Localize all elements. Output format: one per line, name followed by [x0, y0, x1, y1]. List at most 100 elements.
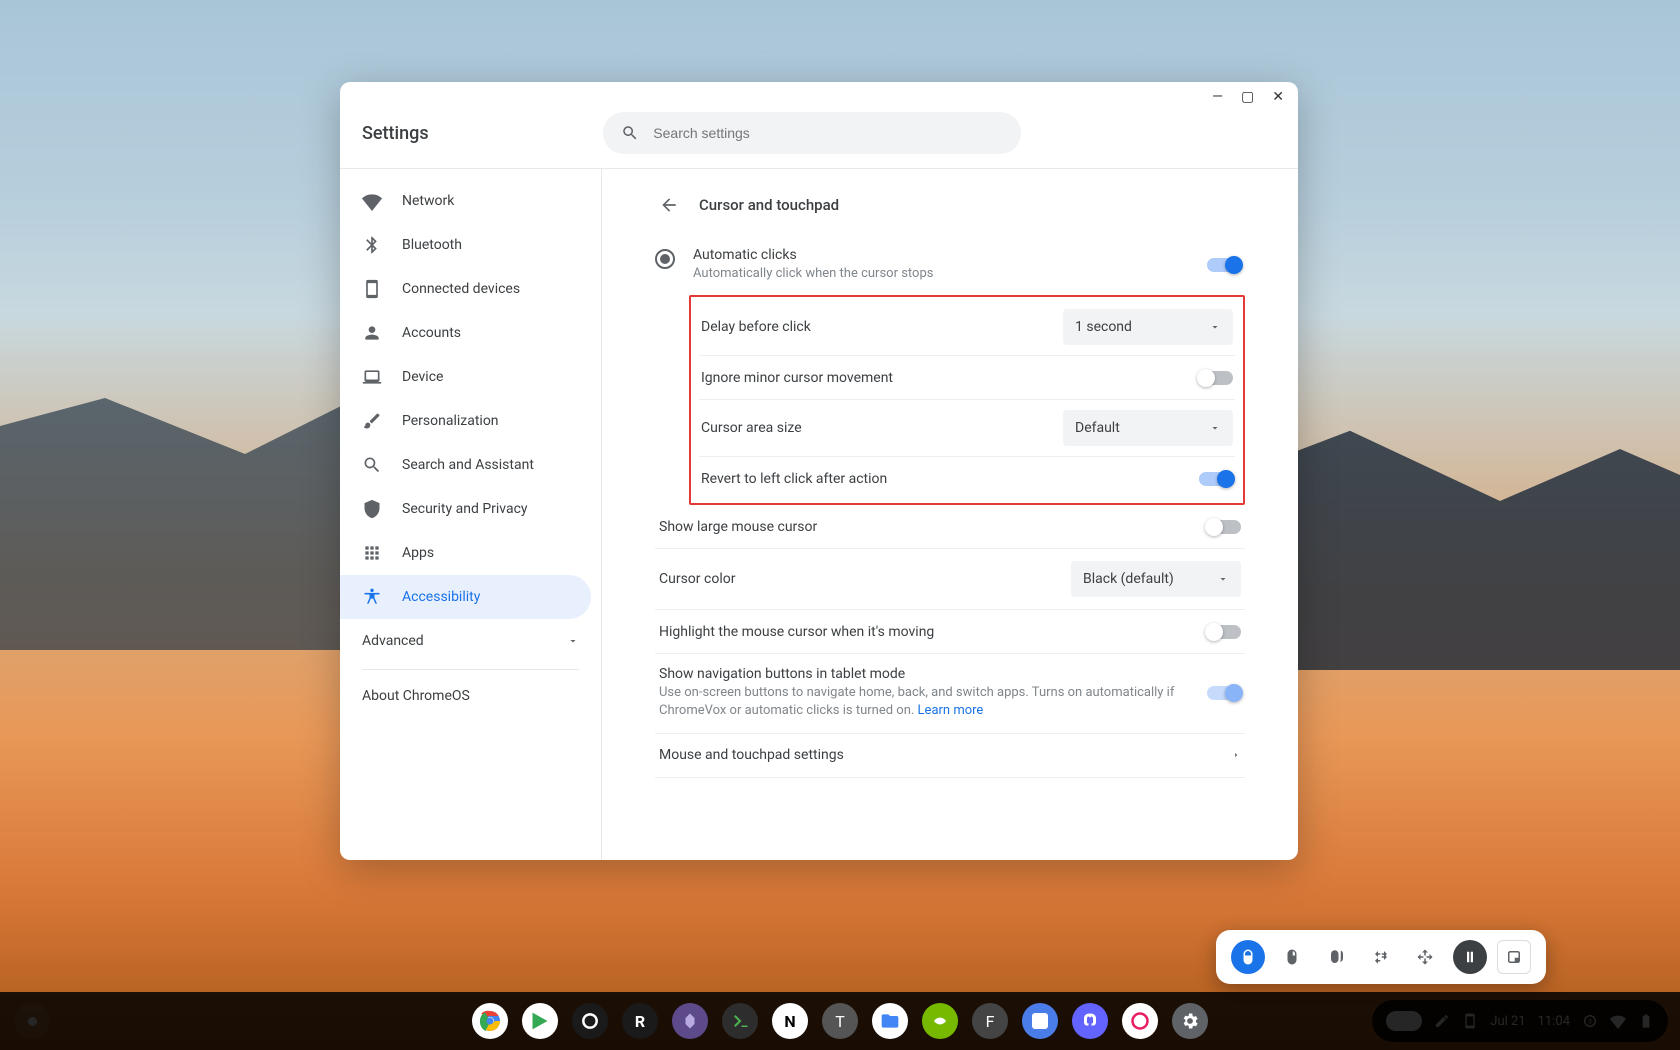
accessibility-panel — [1216, 930, 1546, 984]
shelf-app-nvidia[interactable] — [922, 1003, 958, 1039]
setting-label: Automatic clicks — [693, 247, 1195, 263]
shelf-app-text[interactable]: T — [822, 1003, 858, 1039]
setting-sublabel: Use on-screen buttons to navigate home, … — [659, 684, 1195, 720]
sidebar-item-label: Accessibility — [402, 589, 480, 605]
radio-icon — [655, 249, 675, 269]
sidebar-item-device[interactable]: Device — [340, 355, 601, 399]
automatic-clicks-row: Automatic clicks Automatically click whe… — [655, 237, 1245, 295]
sidebar-item-network[interactable]: Network — [340, 179, 601, 223]
a11y-drag-button[interactable] — [1364, 940, 1398, 974]
shelf-app-mastodon[interactable] — [1072, 1003, 1108, 1039]
shelf: R N T F — [0, 992, 1680, 1050]
shelf-app-settings[interactable] — [1172, 1003, 1208, 1039]
page-title: Cursor and touchpad — [699, 196, 839, 214]
obsidian-icon — [681, 1012, 699, 1030]
sidebar-item-security-privacy[interactable]: Security and Privacy — [340, 487, 601, 531]
search-icon — [621, 124, 639, 142]
sidebar-advanced[interactable]: Advanced — [340, 619, 601, 663]
search-icon — [362, 455, 382, 475]
a11y-scroll-button[interactable] — [1408, 940, 1442, 974]
search-input[interactable] — [653, 125, 1003, 141]
shelf-app-r[interactable]: R — [622, 1003, 658, 1039]
wifi-icon — [362, 191, 382, 211]
setting-label: Ignore minor cursor movement — [701, 370, 893, 386]
chevron-down-icon — [1209, 321, 1221, 333]
shelf-app-blue[interactable] — [1022, 1003, 1058, 1039]
sidebar-item-search-assistant[interactable]: Search and Assistant — [340, 443, 601, 487]
setting-label: Revert to left click after action — [701, 471, 887, 487]
shelf-app-f[interactable]: F — [972, 1003, 1008, 1039]
sidebar-item-apps[interactable]: Apps — [340, 531, 601, 575]
sidebar-item-label: Security and Privacy — [402, 501, 528, 517]
sidebar-item-accessibility[interactable]: Accessibility — [340, 575, 591, 619]
automatic-clicks-toggle[interactable] — [1207, 258, 1241, 272]
minimize-button[interactable]: — — [1212, 90, 1223, 104]
sidebar-item-accounts[interactable]: Accounts — [340, 311, 601, 355]
chevron-right-icon — [1231, 750, 1241, 760]
cursor-color-select[interactable]: Black (default) — [1071, 561, 1241, 597]
person-icon — [362, 323, 382, 343]
sidebar-advanced-label: Advanced — [362, 633, 424, 649]
chevron-down-icon — [1209, 422, 1221, 434]
gradient-circle-icon — [1130, 1011, 1150, 1031]
shelf-app-chrome[interactable] — [472, 1003, 508, 1039]
arrow-back-icon — [659, 195, 679, 215]
apps-icon — [362, 543, 382, 563]
tablet-nav-toggle — [1207, 686, 1241, 700]
sidebar-item-about[interactable]: About ChromeOS — [340, 676, 601, 716]
shelf-app-terminal[interactable] — [722, 1003, 758, 1039]
sidebar-item-personalization[interactable]: Personalization — [340, 399, 601, 443]
shelf-app-notion[interactable]: N — [772, 1003, 808, 1039]
shelf-app-play-store[interactable] — [522, 1003, 558, 1039]
sidebar-item-label: Connected devices — [402, 281, 520, 297]
sidebar-item-label: Network — [402, 193, 454, 209]
learn-more-link[interactable]: Learn more — [918, 703, 984, 718]
shelf-app-files[interactable] — [872, 1003, 908, 1039]
select-value: 1 second — [1075, 319, 1132, 335]
a11y-right-click-button[interactable] — [1275, 940, 1309, 974]
back-button[interactable] — [655, 191, 683, 219]
window-controls: — ▢ ✕ — [340, 82, 1298, 112]
divider — [362, 669, 579, 670]
content: Cursor and touchpad Automatic clicks Aut… — [602, 169, 1298, 860]
settings-window: — ▢ ✕ Settings Network Bluetooth Conne — [340, 82, 1298, 860]
sidebar-item-label: Bluetooth — [402, 237, 462, 253]
brush-icon — [362, 411, 382, 431]
mastodon-icon — [1081, 1012, 1099, 1030]
mouse-touchpad-settings-row[interactable]: Mouse and touchpad settings — [655, 734, 1245, 778]
close-button[interactable]: ✕ — [1272, 90, 1284, 104]
shelf-app-generic-1[interactable] — [572, 1003, 608, 1039]
square-icon — [1032, 1013, 1048, 1029]
large-cursor-toggle[interactable] — [1207, 520, 1241, 534]
maximize-button[interactable]: ▢ — [1241, 90, 1254, 104]
setting-sublabel: Automatically click when the cursor stop… — [693, 265, 1195, 283]
sidebar-item-bluetooth[interactable]: Bluetooth — [340, 223, 601, 267]
sidebar-item-label: Accounts — [402, 325, 461, 341]
cursor-area-select[interactable]: Default — [1063, 410, 1233, 446]
laptop-icon — [362, 367, 382, 387]
a11y-double-click-button[interactable] — [1320, 940, 1354, 974]
highlighted-region: Delay before click 1 second Ignore minor… — [689, 295, 1245, 505]
setting-label: Show large mouse cursor — [659, 519, 817, 535]
nvidia-icon — [931, 1012, 949, 1030]
sidebar-item-connected-devices[interactable]: Connected devices — [340, 267, 601, 311]
phone-icon — [362, 279, 382, 299]
a11y-left-click-button[interactable] — [1231, 940, 1265, 974]
bluetooth-icon — [362, 235, 382, 255]
shelf-app-circle[interactable] — [1122, 1003, 1158, 1039]
sidebar-item-label: Personalization — [402, 413, 499, 429]
sidebar-item-label: Search and Assistant — [402, 457, 534, 473]
revert-left-click-toggle[interactable] — [1199, 472, 1233, 486]
sidebar-item-label: Apps — [402, 545, 434, 561]
delay-select[interactable]: 1 second — [1063, 309, 1233, 345]
terminal-icon — [731, 1012, 749, 1030]
setting-label: Show navigation buttons in tablet mode — [659, 666, 1195, 682]
chrome-icon — [478, 1009, 502, 1033]
shelf-app-obsidian[interactable] — [672, 1003, 708, 1039]
a11y-pause-button[interactable] — [1453, 940, 1487, 974]
search-box[interactable] — [603, 112, 1021, 154]
ignore-movement-toggle[interactable] — [1199, 371, 1233, 385]
play-store-icon — [530, 1011, 550, 1031]
highlight-cursor-toggle[interactable] — [1207, 625, 1241, 639]
a11y-position-button[interactable] — [1497, 940, 1531, 974]
